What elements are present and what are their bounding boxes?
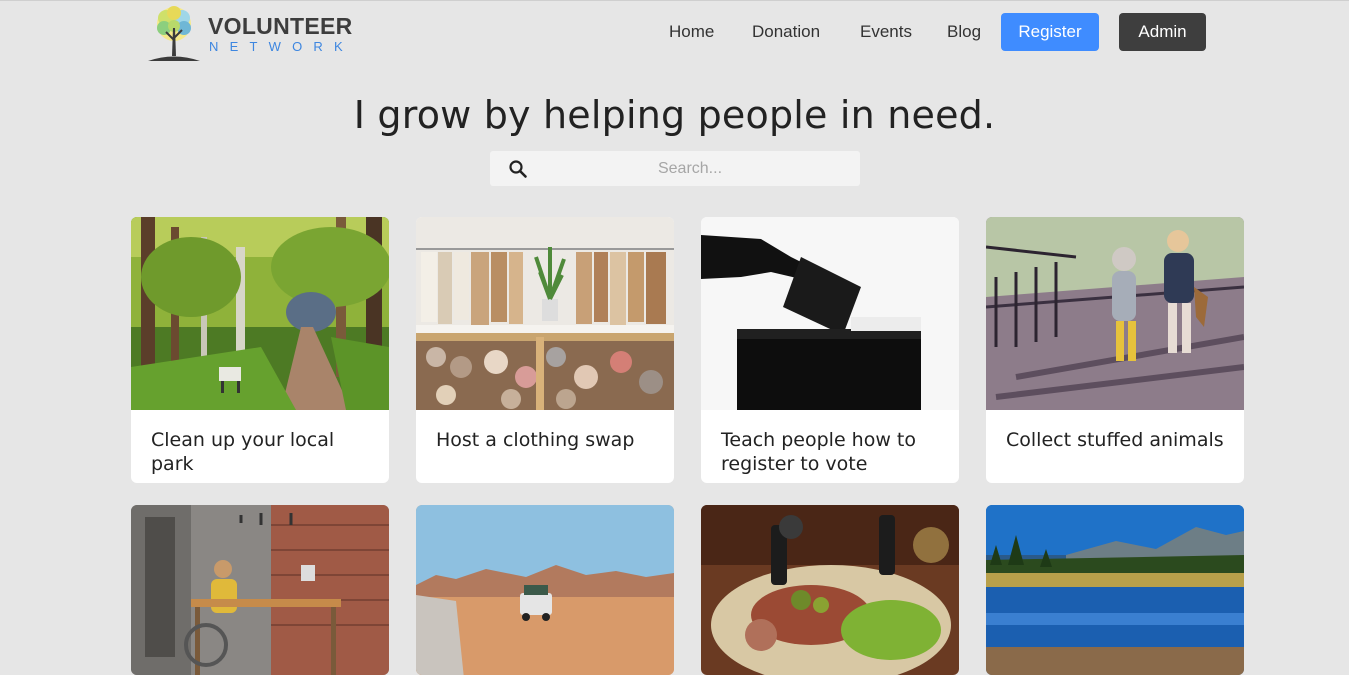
card-image xyxy=(701,505,959,675)
park-path-image xyxy=(131,217,389,410)
search-icon[interactable] xyxy=(508,159,528,179)
register-button[interactable]: Register xyxy=(1001,13,1099,51)
card-register-vote[interactable]: Teach people how to register to vote xyxy=(701,217,959,483)
card-title: Collect stuffed animals xyxy=(1006,429,1224,451)
hero-title: I grow by helping people in need. xyxy=(353,93,996,137)
card-image xyxy=(986,217,1244,410)
card-image xyxy=(131,505,389,675)
admin-button[interactable]: Admin xyxy=(1119,13,1206,51)
card-image xyxy=(416,217,674,410)
card-image xyxy=(416,505,674,675)
card-cafe[interactable] xyxy=(131,505,389,675)
mountain-lake-image xyxy=(986,505,1244,675)
card-image xyxy=(131,217,389,410)
search-input[interactable] xyxy=(540,151,840,186)
food-platter-image xyxy=(701,505,959,675)
cafe-table-image xyxy=(131,505,389,675)
card-desert[interactable] xyxy=(416,505,674,675)
card-lake[interactable] xyxy=(986,505,1244,675)
nav-donation-link[interactable]: Donation xyxy=(752,13,820,51)
clothing-rack-image xyxy=(416,217,674,410)
card-image xyxy=(701,217,959,410)
card-title: Teach people how to register to vote xyxy=(721,429,917,475)
nav-home-link[interactable]: Home xyxy=(669,13,714,51)
card-clothing-swap[interactable]: Host a clothing swap xyxy=(416,217,674,483)
site-header: VOLUNTEER NETWORK Home Donation Events B… xyxy=(0,0,1349,64)
card-clean-park[interactable]: Clean up your local park xyxy=(131,217,389,483)
desert-jeep-image xyxy=(416,505,674,675)
card-title: Clean up your local park xyxy=(151,429,335,475)
card-title: Host a clothing swap xyxy=(436,429,635,451)
ballot-box-image xyxy=(701,217,959,410)
card-image xyxy=(986,505,1244,675)
nav-blog-link[interactable]: Blog xyxy=(947,13,981,51)
card-stuffed-animals[interactable]: Collect stuffed animals xyxy=(986,217,1244,483)
card-food[interactable] xyxy=(701,505,959,675)
nav-events-link[interactable]: Events xyxy=(860,13,912,51)
children-bridge-image xyxy=(986,217,1244,410)
search-bar xyxy=(490,151,860,186)
